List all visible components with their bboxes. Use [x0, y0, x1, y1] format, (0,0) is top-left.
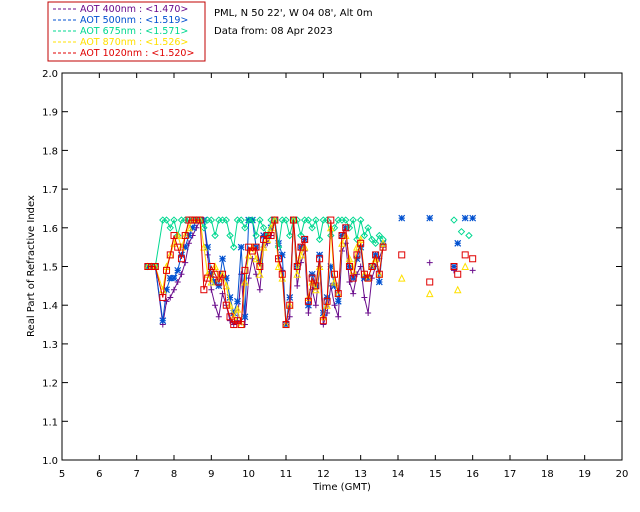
plus-marker [365, 309, 372, 316]
plus-marker [208, 286, 215, 293]
asterisk-marker [316, 251, 324, 259]
plus-marker [361, 294, 368, 301]
asterisk-marker [375, 278, 383, 286]
plus-marker [426, 259, 433, 266]
y-tick-label: 2.0 [42, 69, 58, 80]
triangle-marker [425, 289, 434, 298]
asterisk-marker [159, 317, 167, 325]
diamond-marker [450, 216, 458, 224]
x-tick-label: 12 [317, 469, 330, 480]
square-marker [398, 251, 406, 259]
plus-marker [320, 321, 327, 328]
diamond-marker [465, 231, 473, 240]
x-tick-label: 7 [133, 469, 139, 480]
plus-marker [312, 302, 319, 309]
x-tick-label: 10 [242, 469, 255, 480]
y-tick-label: 1.6 [42, 224, 58, 235]
triangle-marker [453, 285, 462, 294]
x-tick-label: 20 [616, 469, 629, 480]
asterisk-marker [174, 266, 182, 274]
square-marker [461, 251, 469, 259]
plus-marker [212, 302, 219, 309]
y-tick-label: 1.1 [42, 417, 58, 428]
square-marker [426, 278, 434, 286]
asterisk-marker [219, 255, 226, 263]
asterisk-marker [454, 239, 462, 247]
y-tick-label: 1.4 [42, 301, 58, 312]
legend-label: AOT 675nm : <1.571> [80, 26, 188, 37]
plus-marker [350, 290, 357, 297]
x-tick-label: 13 [354, 469, 367, 480]
legend: AOT 400nm : <1.470>AOT 500nm : <1.519>AO… [47, 1, 206, 62]
plus-marker [469, 267, 476, 274]
asterisk-marker [426, 214, 434, 222]
refractive-index-chart: AOT 400nm : <1.470>AOT 500nm : <1.519>AO… [26, 1, 629, 493]
triangle-marker [461, 262, 470, 270]
x-tick-label: 6 [96, 469, 102, 480]
plus-marker [335, 313, 342, 320]
y-tick-label: 1.8 [42, 146, 58, 157]
legend-label: AOT 870nm : <1.526> [80, 37, 188, 48]
asterisk-marker [237, 243, 245, 251]
x-tick-label: 14 [392, 469, 405, 480]
triangle-marker [397, 273, 406, 282]
date-header: Data from: 08 Apr 2023 [214, 26, 333, 37]
plus-marker [305, 309, 312, 316]
y-tick-label: 1.3 [42, 340, 58, 351]
asterisk-marker [215, 282, 223, 290]
x-tick-label: 5 [59, 469, 65, 480]
square-marker [469, 255, 477, 263]
y-tick-label: 1.0 [42, 456, 58, 467]
plus-marker [171, 286, 177, 293]
asterisk-marker [234, 297, 241, 305]
x-tick-label: 17 [504, 469, 517, 480]
legend-label: AOT 1020nm : <1.520> [80, 48, 194, 59]
diamond-marker [457, 227, 466, 236]
y-tick-label: 1.5 [42, 263, 58, 274]
legend-label: AOT 400nm : <1.470> [80, 4, 188, 15]
plus-marker [182, 259, 189, 266]
square-marker [454, 270, 462, 278]
y-axis-label: Real Part of Refractive Index [26, 195, 37, 337]
x-tick-label: 11 [280, 469, 293, 480]
x-tick-label: 8 [171, 469, 177, 480]
x-tick-label: 16 [466, 469, 479, 480]
x-axis-label: Time (GMT) [312, 482, 371, 493]
asterisk-marker [308, 270, 316, 278]
asterisk-marker [469, 214, 477, 222]
asterisk-marker [461, 214, 469, 222]
asterisk-marker [278, 251, 286, 259]
plus-marker [215, 313, 222, 320]
asterisk-marker [304, 301, 312, 309]
asterisk-marker [398, 214, 406, 222]
asterisk-marker [170, 274, 178, 282]
y-tick-label: 1.2 [42, 379, 58, 390]
plus-marker [256, 286, 263, 293]
y-tick-label: 1.7 [42, 185, 58, 196]
x-tick-label: 19 [578, 469, 591, 480]
y-tick-label: 1.9 [42, 108, 58, 119]
asterisk-marker [334, 297, 342, 305]
site-header: PML, N 50 22', W 04 08', Alt 0m [214, 8, 373, 19]
asterisk-marker [241, 313, 249, 321]
plus-marker [294, 282, 301, 289]
x-tick-label: 9 [208, 469, 214, 480]
legend-label: AOT 500nm : <1.519> [80, 15, 188, 26]
x-tick-label: 15 [429, 469, 442, 480]
x-tick-label: 18 [541, 469, 554, 480]
